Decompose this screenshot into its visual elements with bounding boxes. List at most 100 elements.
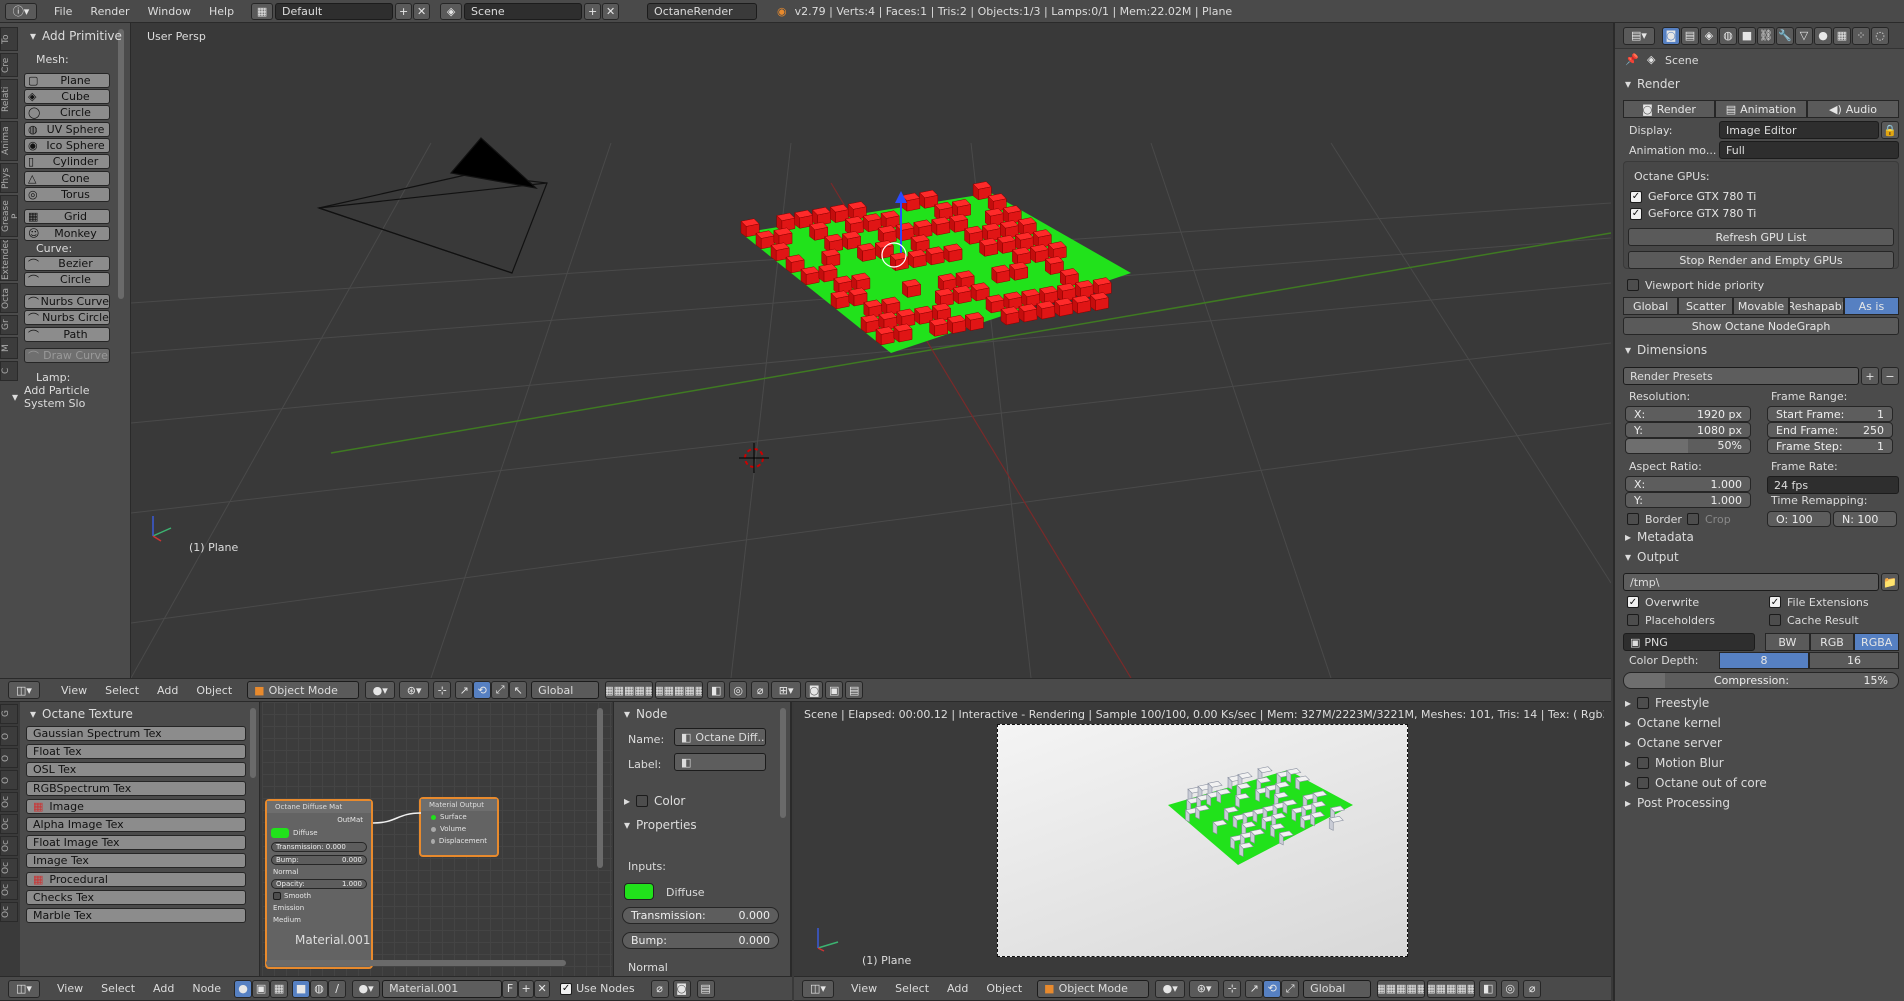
add-image-button[interactable]: ▦ Image — [26, 798, 246, 814]
octane-mode-movable[interactable]: Movable — [1733, 297, 1789, 315]
resolution-percent-slider[interactable]: 50% — [1625, 438, 1751, 454]
plane-object[interactable] — [740, 181, 1131, 353]
node-name-field[interactable]: ◧ Octane Diff... — [674, 728, 766, 746]
scene-switch-icon[interactable]: ◈ — [440, 2, 463, 20]
world-icon[interactable]: ◍ — [310, 979, 329, 998]
shader-nodes-icon[interactable]: ● — [234, 979, 253, 998]
snap-icon[interactable]: ⌀ — [751, 681, 770, 699]
color-checkbox[interactable] — [636, 795, 649, 807]
add-uv-sphere-button[interactable]: ◍ UV Sphere — [24, 122, 110, 137]
audio-button[interactable]: ◀) Audio — [1807, 100, 1899, 118]
add-curve-circle-button[interactable]: ⌒ Circle — [24, 272, 110, 287]
node-label-field[interactable]: ◧ — [674, 753, 766, 771]
metadata-section-header[interactable]: ▸ Metadata — [1625, 530, 1694, 544]
shelf-tab-7[interactable]: Octa — [0, 283, 18, 313]
shading-button[interactable]: ●▾ — [365, 681, 396, 699]
add-curve-draw-curve-button[interactable]: ⌒ Draw Curve — [24, 348, 110, 363]
shading-button[interactable]: ●▾ — [1155, 979, 1186, 998]
add-primitive-header[interactable]: ▾ Add Primitive — [30, 29, 122, 43]
remove-preset-button[interactable]: − — [1881, 367, 1899, 385]
node-shelf-tab-9[interactable]: Oc — [0, 902, 18, 922]
render-presets-select[interactable]: Render Presets — [1623, 367, 1859, 385]
dimensions-section-header[interactable]: ▾ Dimensions — [1625, 343, 1707, 357]
shelf-tab-8[interactable]: Gr — [0, 315, 18, 335]
start-frame-field[interactable]: Start Frame: 1 — [1767, 406, 1893, 422]
render-animation-icon[interactable]: ▣ — [825, 681, 844, 699]
scrollbar[interactable] — [118, 29, 124, 299]
section-octane-server[interactable]: ▸ Octane server — [1625, 736, 1722, 750]
material-browse-button[interactable]: ●▾ — [352, 979, 381, 998]
shelf-tab-1[interactable]: Cre — [0, 53, 18, 77]
node-shelf-tab-7[interactable]: Oc — [0, 858, 18, 878]
render-view-menu-add[interactable]: Add — [938, 982, 977, 995]
3d-viewport[interactable]: User Persp (1) Plane — [131, 23, 1611, 678]
scene-select[interactable]: Scene — [464, 2, 583, 20]
cache-result-checkbox[interactable] — [1769, 614, 1781, 626]
add-osl-tex-button[interactable]: OSL Tex — [26, 762, 246, 778]
editor-type-button[interactable]: ◫▾ — [802, 979, 834, 998]
world-tab-icon[interactable]: ◍ — [1719, 26, 1737, 45]
add-gaussian-spectrum-tex-button[interactable]: Gaussian Spectrum Tex — [26, 726, 246, 741]
render-engine-select[interactable]: OctaneRender — [647, 2, 758, 20]
rotate-icon[interactable]: ⟲ — [1263, 979, 1282, 998]
top-menu-window[interactable]: Window — [139, 5, 200, 18]
object-icon[interactable]: ■ — [292, 979, 311, 998]
mode-select[interactable]: ■ Object Mode — [1037, 979, 1150, 998]
render-opengl-icon[interactable]: ◙ — [805, 681, 824, 699]
end-frame-field[interactable]: End Frame: 250 — [1767, 422, 1893, 438]
aspect-y-field[interactable]: Y: 1.000 — [1625, 492, 1751, 508]
output-path-field[interactable]: /tmp\ — [1623, 573, 1879, 591]
add-scene-button[interactable]: + — [584, 2, 602, 20]
folder-icon[interactable]: 📁 — [1881, 573, 1899, 591]
texture-tab-icon[interactable]: ▦ — [1833, 26, 1851, 45]
diffuse-color-swatch[interactable] — [624, 883, 654, 900]
lock-icon[interactable]: 🔒 — [1881, 121, 1899, 139]
file-extensions-checkbox[interactable]: ✓ — [1769, 596, 1781, 608]
scene-tab-icon[interactable]: ◈ — [1700, 26, 1718, 45]
overwrite-checkbox[interactable]: ✓ — [1627, 596, 1639, 608]
rotate-icon[interactable]: ⟲ — [473, 681, 492, 699]
scrollbar[interactable] — [266, 960, 566, 966]
octane-mode-global[interactable]: Global — [1623, 297, 1679, 315]
viewport-menu-add[interactable]: Add — [148, 684, 187, 697]
add-cube-button[interactable]: ◈ Cube — [24, 89, 110, 104]
viewport-menu-view[interactable]: View — [52, 684, 96, 697]
layers-grid-icon[interactable]: ▦▦▦▦▦ — [605, 681, 654, 699]
viewport-menu-object[interactable]: Object — [187, 684, 241, 697]
pin-icon[interactable]: 📌 — [1625, 53, 1639, 66]
add-monkey-button[interactable]: ☺ Monkey — [24, 226, 110, 241]
frame-rate-select[interactable]: 24 fps — [1767, 476, 1899, 494]
top-menu-file[interactable]: File — [45, 5, 81, 18]
stop-render-button[interactable]: Stop Render and Empty GPUs — [1628, 251, 1894, 269]
output-section-header[interactable]: ▾ Output — [1625, 550, 1679, 564]
snap-target-icon[interactable]: ⊞▾ — [771, 681, 802, 699]
resolution-x-field[interactable]: X: 1920 px — [1625, 406, 1751, 422]
color-mode-bw[interactable]: BW — [1765, 633, 1810, 651]
pivot-button[interactable]: ⊛▾ — [399, 681, 430, 699]
render-button[interactable]: ◙ Render — [1623, 100, 1715, 118]
add-float-tex-button[interactable]: Float Tex — [26, 744, 246, 760]
render-section-header[interactable]: ▾ Render — [1625, 77, 1680, 91]
snap-icon[interactable]: ⌀ — [650, 979, 669, 998]
node-menu-node[interactable]: Node — [183, 982, 230, 995]
manipulator-icon[interactable]: ⊹ — [1223, 979, 1242, 998]
frame-step-field[interactable]: Frame Step: 1 — [1767, 438, 1893, 454]
use-nodes-checkbox[interactable]: ✓ — [560, 982, 573, 995]
compression-slider[interactable]: Compression: 15% — [1623, 672, 1899, 689]
node-shelf-tab-5[interactable]: Oc — [0, 814, 18, 834]
node-canvas[interactable]: Octane Diffuse Mat OutMat Diffuse Transm… — [262, 702, 612, 976]
node-shelf-tab-6[interactable]: Oc — [0, 836, 18, 856]
section-checkbox[interactable] — [1637, 697, 1650, 709]
scale-icon[interactable]: ⤢ — [491, 681, 510, 699]
gpu-checkbox[interactable]: ✓ — [1630, 207, 1642, 220]
section-octane-kernel[interactable]: ▸ Octane kernel — [1625, 716, 1721, 730]
node-section-header[interactable]: ▾ Node — [624, 707, 667, 721]
gpu-checkbox[interactable]: ✓ — [1630, 190, 1642, 203]
border-checkbox[interactable] — [1627, 513, 1639, 525]
aspect-x-field[interactable]: X: 1.000 — [1625, 476, 1751, 492]
node-menu-select[interactable]: Select — [92, 982, 144, 995]
camera-object[interactable] — [316, 137, 548, 274]
line-style-icon[interactable]: ∕ — [328, 979, 347, 998]
display-select[interactable]: Image Editor — [1719, 121, 1879, 139]
octane-mode-scatter[interactable]: Scatter — [1678, 297, 1734, 315]
